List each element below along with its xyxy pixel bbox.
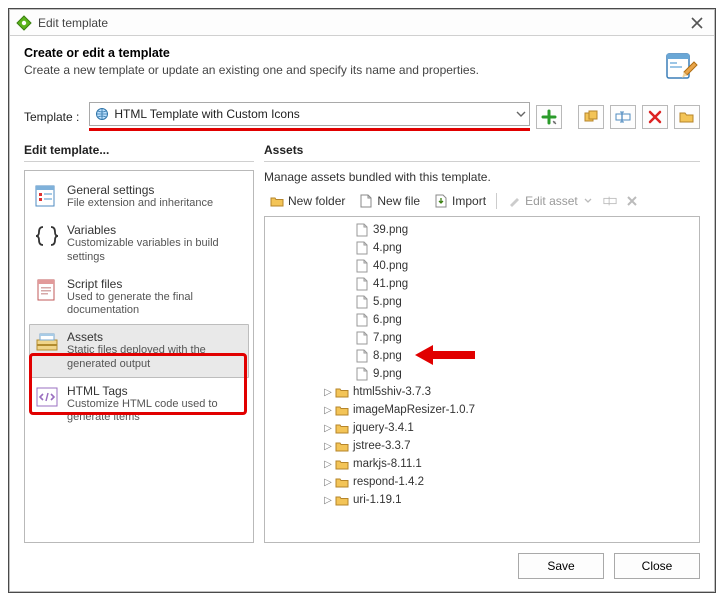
- file-icon: [355, 223, 369, 237]
- edit-template-hero-icon: [662, 46, 700, 84]
- file-icon: [355, 349, 369, 363]
- nav-item-assets[interactable]: AssetsStatic files deployed with the gen…: [29, 324, 249, 378]
- file-icon: [355, 241, 369, 255]
- delete-asset-button: [622, 190, 642, 212]
- annotation-underline: [89, 128, 530, 131]
- tree-file[interactable]: 41.png: [265, 275, 699, 293]
- asset-toolbar: New folder New file Import: [264, 190, 700, 212]
- template-value: HTML Template with Custom Icons: [114, 107, 299, 121]
- delete-x-icon: [625, 194, 639, 208]
- expand-icon[interactable]: ▷: [321, 495, 335, 506]
- copy-template-button[interactable]: [578, 105, 604, 129]
- new-file-button[interactable]: New file: [353, 190, 426, 212]
- tree-file[interactable]: 4.png: [265, 239, 699, 257]
- braces-icon: [33, 223, 61, 251]
- file-icon: [355, 367, 369, 381]
- import-button[interactable]: Import: [428, 190, 492, 212]
- nav-item-html-tags[interactable]: HTML TagsCustomize HTML code used to gen…: [29, 378, 249, 432]
- tree-file[interactable]: 6.png: [265, 311, 699, 329]
- tree-file[interactable]: 7.png: [265, 329, 699, 347]
- template-label: Template :: [24, 110, 79, 124]
- right-panel-title: Assets: [264, 143, 700, 162]
- expand-icon[interactable]: ▷: [321, 441, 335, 452]
- expand-icon[interactable]: ▷: [321, 423, 335, 434]
- add-template-button[interactable]: [536, 105, 562, 129]
- close-button[interactable]: Close: [614, 553, 700, 579]
- tree-folder[interactable]: ▷jstree-3.3.7: [265, 437, 699, 455]
- tree-file[interactable]: 5.png: [265, 293, 699, 311]
- nav-item-script-files[interactable]: Script filesUsed to generate the final d…: [29, 271, 249, 325]
- folder-plus-icon: [270, 194, 284, 208]
- tree-folder[interactable]: ▷html5shiv-3.7.3: [265, 383, 699, 401]
- expand-icon[interactable]: ▷: [321, 459, 335, 470]
- close-icon[interactable]: [686, 13, 708, 33]
- file-icon: [355, 277, 369, 291]
- pencil-icon: [507, 194, 521, 208]
- tree-file[interactable]: 9.png: [265, 365, 699, 383]
- tree-folder[interactable]: ▷jquery-3.4.1: [265, 419, 699, 437]
- nav-item-variables[interactable]: VariablesCustomizable variables in build…: [29, 217, 249, 271]
- chevron-down-icon: [584, 197, 592, 205]
- window-title: Edit template: [38, 16, 686, 30]
- right-panel-sub: Manage assets bundled with this template…: [264, 170, 700, 184]
- tree-folder[interactable]: ▷uri-1.19.1: [265, 491, 699, 509]
- rename-icon: [603, 194, 617, 208]
- folder-icon: [335, 403, 349, 417]
- intro-heading: Create or edit a template: [24, 46, 170, 60]
- file-plus-icon: [359, 194, 373, 208]
- edit-asset-button: Edit asset: [501, 190, 598, 212]
- folder-icon: [335, 421, 349, 435]
- save-button[interactable]: Save: [518, 553, 604, 579]
- file-icon: [355, 331, 369, 345]
- globe-icon: [94, 106, 110, 122]
- template-select[interactable]: HTML Template with Custom Icons: [89, 102, 530, 131]
- open-folder-button[interactable]: [674, 105, 700, 129]
- tree-folder[interactable]: ▷imageMapResizer-1.0.7: [265, 401, 699, 419]
- delete-template-button[interactable]: [642, 105, 668, 129]
- html-tags-icon: [33, 384, 61, 412]
- titlebar: Edit template: [10, 10, 714, 36]
- import-icon: [434, 194, 448, 208]
- settings-list-icon: [33, 183, 61, 211]
- file-icon: [355, 259, 369, 273]
- expand-icon[interactable]: ▷: [321, 477, 335, 488]
- script-file-icon: [33, 277, 61, 305]
- folder-icon: [335, 457, 349, 471]
- folder-icon: [335, 493, 349, 507]
- tree-file[interactable]: 8.png: [265, 347, 699, 365]
- rename-template-button[interactable]: [610, 105, 636, 129]
- folder-icon: [335, 439, 349, 453]
- asset-tree[interactable]: 39.png4.png40.png41.png5.png6.png7.png8.…: [264, 216, 700, 543]
- intro-section: Create or edit a template Create a new t…: [24, 46, 700, 84]
- expand-icon[interactable]: ▷: [321, 387, 335, 398]
- folder-icon: [335, 475, 349, 489]
- nav-list: General settingsFile extension and inher…: [24, 170, 254, 543]
- left-panel-title: Edit template...: [24, 143, 254, 162]
- rename-asset-button: [600, 190, 620, 212]
- nav-item-general-settings[interactable]: General settingsFile extension and inher…: [29, 177, 249, 217]
- toolbar-separator: [496, 193, 497, 209]
- assets-box-icon: [33, 330, 61, 358]
- tree-folder[interactable]: ▷markjs-8.11.1: [265, 455, 699, 473]
- intro-sub: Create a new template or update an exist…: [24, 63, 662, 77]
- file-icon: [355, 313, 369, 327]
- folder-icon: [335, 385, 349, 399]
- tree-file[interactable]: 40.png: [265, 257, 699, 275]
- template-app-icon: [16, 15, 32, 31]
- expand-icon[interactable]: ▷: [321, 405, 335, 416]
- file-icon: [355, 295, 369, 309]
- chevron-down-icon: [516, 109, 526, 119]
- new-folder-button[interactable]: New folder: [264, 190, 351, 212]
- tree-file[interactable]: 39.png: [265, 221, 699, 239]
- tree-folder[interactable]: ▷respond-1.4.2: [265, 473, 699, 491]
